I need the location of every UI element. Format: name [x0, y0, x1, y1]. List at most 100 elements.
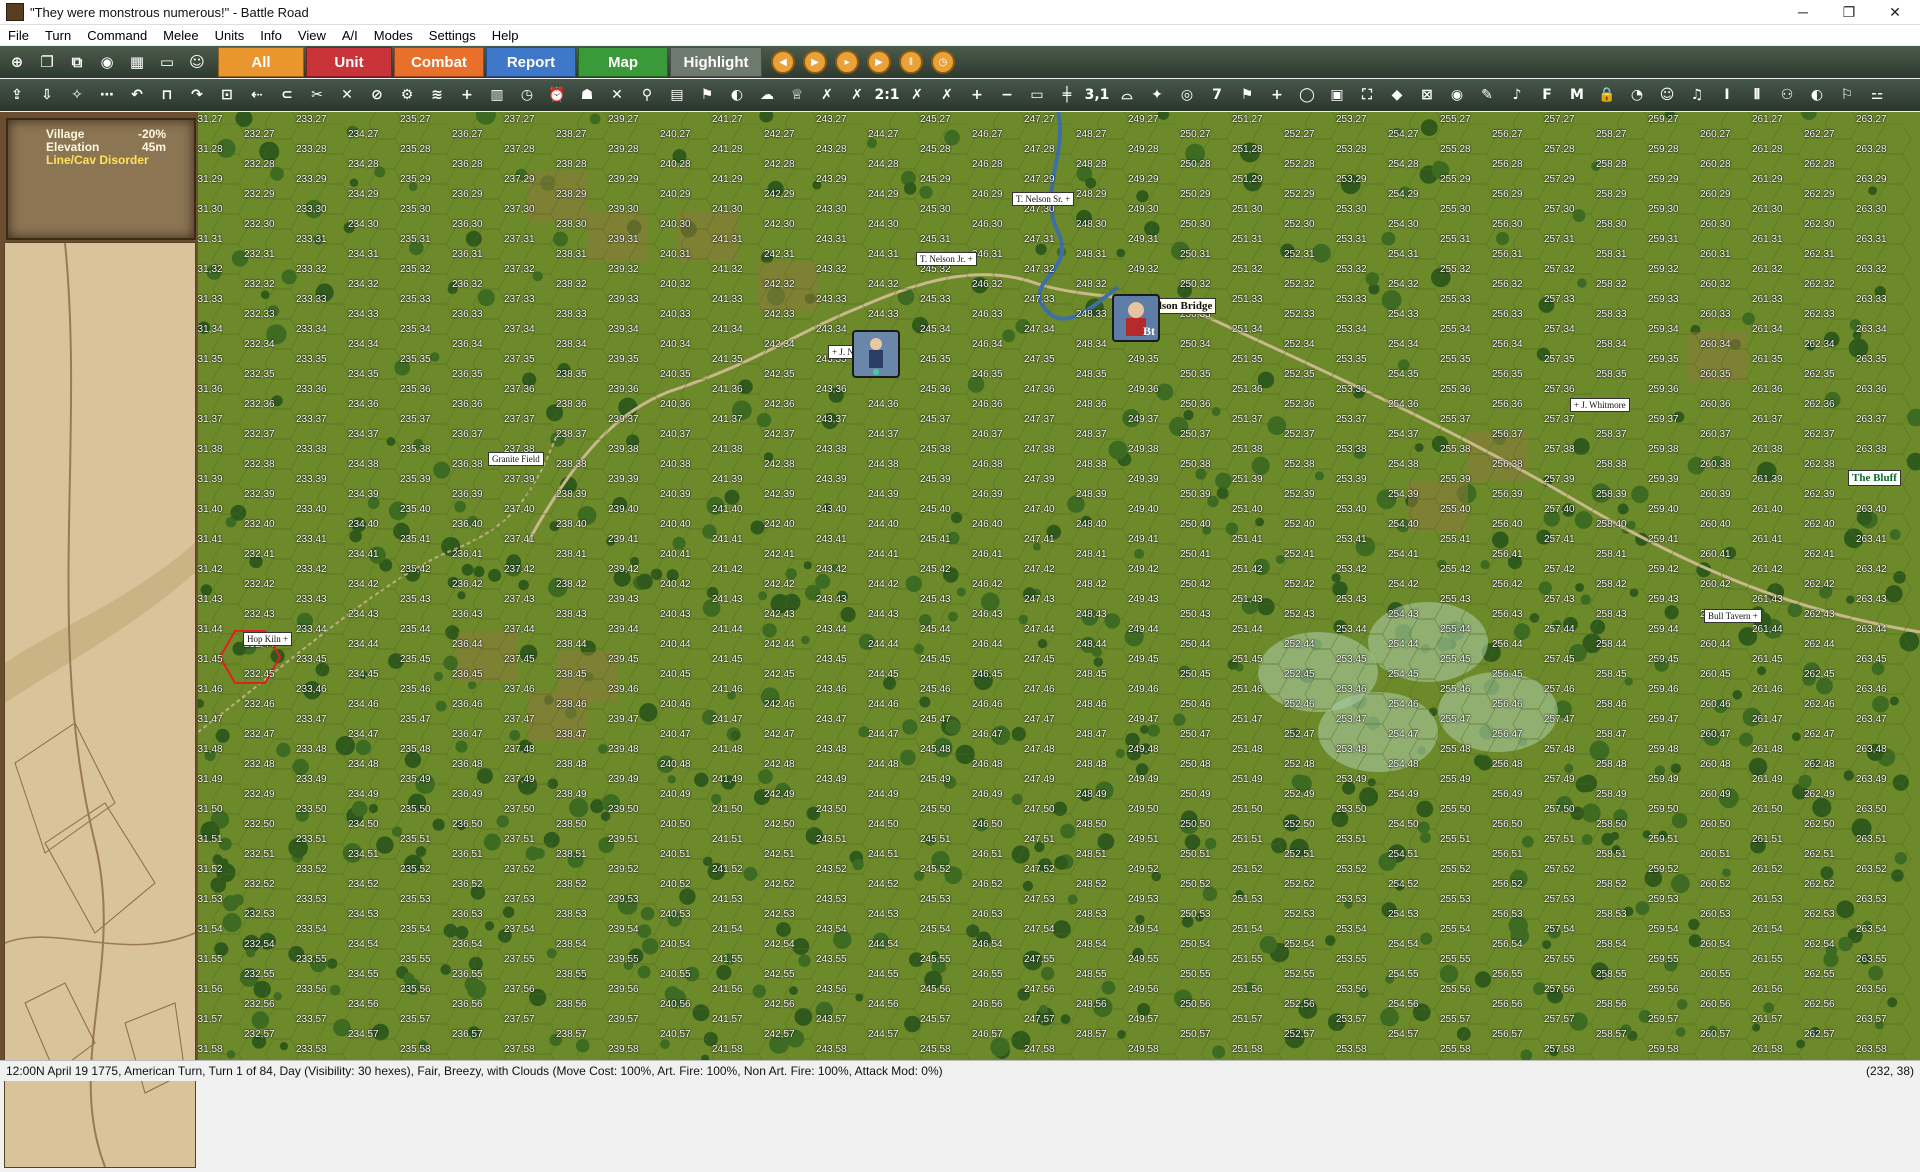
- command-tool-icon[interactable]: ☁: [754, 82, 780, 108]
- menu-modes[interactable]: Modes: [366, 28, 421, 43]
- portrait-icon[interactable]: ☺: [184, 49, 210, 75]
- command-tool-icon[interactable]: ╪: [1054, 82, 1080, 108]
- command-tool-icon[interactable]: ✗: [814, 82, 840, 108]
- target-icon[interactable]: ⊕: [4, 49, 30, 75]
- command-tool-icon[interactable]: M: [1564, 82, 1590, 108]
- menu-units[interactable]: Units: [207, 28, 253, 43]
- command-tool-icon[interactable]: ✦: [1144, 82, 1170, 108]
- command-tool-icon[interactable]: ✗: [844, 82, 870, 108]
- menu-settings[interactable]: Settings: [421, 28, 484, 43]
- command-tool-icon[interactable]: ↶: [124, 82, 150, 108]
- mode-map-button[interactable]: Map: [578, 47, 668, 77]
- command-tool-icon[interactable]: ⇪: [4, 82, 30, 108]
- command-tool-icon[interactable]: ⇩: [34, 82, 60, 108]
- command-tool-icon[interactable]: ✗: [934, 82, 960, 108]
- command-tool-icon[interactable]: ⋯: [94, 82, 120, 108]
- command-tool-icon[interactable]: 3,1: [1084, 82, 1110, 108]
- command-tool-icon[interactable]: ⚇: [1774, 82, 1800, 108]
- command-tool-icon[interactable]: ◎: [1174, 82, 1200, 108]
- command-tool-icon[interactable]: ✧: [64, 82, 90, 108]
- command-tool-icon[interactable]: ▭: [1024, 82, 1050, 108]
- command-tool-icon[interactable]: ⚑: [694, 82, 720, 108]
- command-tool-icon[interactable]: 2:1: [874, 82, 900, 108]
- command-tool-icon[interactable]: ♪: [1504, 82, 1530, 108]
- command-tool-icon[interactable]: ◐: [1804, 82, 1830, 108]
- command-tool-icon[interactable]: ⚲: [634, 82, 660, 108]
- command-tool-icon[interactable]: ⏰: [544, 82, 570, 108]
- command-tool-icon[interactable]: ✕: [334, 82, 360, 108]
- american-unit-counter[interactable]: [852, 330, 900, 378]
- command-tool-icon[interactable]: ⚍: [1864, 82, 1890, 108]
- mode-unit-button[interactable]: Unit: [306, 47, 392, 77]
- command-tool-icon[interactable]: ◆: [1384, 82, 1410, 108]
- command-tool-icon[interactable]: ☺: [1654, 82, 1680, 108]
- command-tool-icon[interactable]: ⇠: [244, 82, 270, 108]
- command-tool-icon[interactable]: ♕: [784, 82, 810, 108]
- command-tool-icon[interactable]: ⊂: [274, 82, 300, 108]
- step-forward-icon[interactable]: ▸: [835, 50, 859, 74]
- command-tool-icon[interactable]: ▤: [664, 82, 690, 108]
- command-tool-icon[interactable]: ▣: [1324, 82, 1350, 108]
- map-icon[interactable]: ▦: [124, 49, 150, 75]
- command-tool-icon[interactable]: ⫴: [1744, 82, 1770, 108]
- command-tool-icon[interactable]: ⚑: [1234, 82, 1260, 108]
- minimize-button[interactable]: ─: [1780, 0, 1826, 24]
- command-tool-icon[interactable]: ≋: [424, 82, 450, 108]
- british-unit-counter[interactable]: Bt: [1112, 294, 1160, 342]
- command-tool-icon[interactable]: ♫: [1684, 82, 1710, 108]
- menu-melee[interactable]: Melee: [155, 28, 206, 43]
- menu-ai[interactable]: A/I: [334, 28, 366, 43]
- menu-view[interactable]: View: [290, 28, 334, 43]
- hex-map[interactable]: 231,27 231,28 231,29 231,30 231,31 231,32 231,…: [198, 112, 1920, 1060]
- play-icon[interactable]: ▶: [803, 50, 827, 74]
- command-tool-icon[interactable]: ⊠: [1414, 82, 1440, 108]
- command-tool-icon[interactable]: ⊡: [214, 82, 240, 108]
- command-tool-icon[interactable]: 🔒: [1594, 82, 1620, 108]
- menu-file[interactable]: File: [0, 28, 37, 43]
- minimap[interactable]: [4, 242, 196, 1168]
- command-tool-icon[interactable]: ◯: [1294, 82, 1320, 108]
- command-tool-icon[interactable]: ✂: [304, 82, 330, 108]
- command-tool-icon[interactable]: +: [454, 82, 480, 108]
- command-tool-icon[interactable]: F: [1534, 82, 1560, 108]
- command-tool-icon[interactable]: ◉: [1444, 82, 1470, 108]
- menu-help[interactable]: Help: [484, 28, 527, 43]
- command-tool-icon[interactable]: 7: [1204, 82, 1230, 108]
- mode-report-button[interactable]: Report: [486, 47, 576, 77]
- command-tool-icon[interactable]: ✕: [604, 82, 630, 108]
- menu-turn[interactable]: Turn: [37, 28, 79, 43]
- command-tool-icon[interactable]: ◔: [1624, 82, 1650, 108]
- rewind-icon[interactable]: ◀: [771, 50, 795, 74]
- command-tool-icon[interactable]: ⚐: [1834, 82, 1860, 108]
- screen-icon[interactable]: ▭: [154, 49, 180, 75]
- clock-icon[interactable]: ◷: [931, 50, 955, 74]
- command-tool-icon[interactable]: ⌓: [1114, 82, 1140, 108]
- command-tool-icon[interactable]: ⚙: [394, 82, 420, 108]
- eye-icon[interactable]: ◉: [94, 49, 120, 75]
- menu-info[interactable]: Info: [252, 28, 290, 43]
- command-tool-icon[interactable]: ◐: [724, 82, 750, 108]
- maximize-button[interactable]: ❐: [1826, 0, 1872, 24]
- mode-highlight-button[interactable]: Highlight: [670, 47, 762, 77]
- command-tool-icon[interactable]: ☗: [574, 82, 600, 108]
- command-tool-icon[interactable]: −: [994, 82, 1020, 108]
- duplicate-icon[interactable]: ⧉: [64, 49, 90, 75]
- command-tool-icon[interactable]: ↷: [184, 82, 210, 108]
- mode-all-button[interactable]: All: [218, 47, 304, 77]
- command-tool-icon[interactable]: +: [964, 82, 990, 108]
- command-tool-icon[interactable]: ▥: [484, 82, 510, 108]
- mode-combat-button[interactable]: Combat: [394, 47, 484, 77]
- command-tool-icon[interactable]: ⊓: [154, 82, 180, 108]
- fast-forward-icon[interactable]: ▶: [867, 50, 891, 74]
- command-tool-icon[interactable]: ◷: [514, 82, 540, 108]
- command-tool-icon[interactable]: +: [1264, 82, 1290, 108]
- command-tool-icon[interactable]: ✗: [904, 82, 930, 108]
- pause-icon[interactable]: ‖: [899, 50, 923, 74]
- copy-icon[interactable]: ❐: [34, 49, 60, 75]
- command-tool-icon[interactable]: ⛶: [1354, 82, 1380, 108]
- close-button[interactable]: ✕: [1872, 0, 1918, 24]
- command-tool-icon[interactable]: I: [1714, 82, 1740, 108]
- command-tool-icon[interactable]: ✎: [1474, 82, 1500, 108]
- menu-command[interactable]: Command: [79, 28, 155, 43]
- command-tool-icon[interactable]: ⊘: [364, 82, 390, 108]
